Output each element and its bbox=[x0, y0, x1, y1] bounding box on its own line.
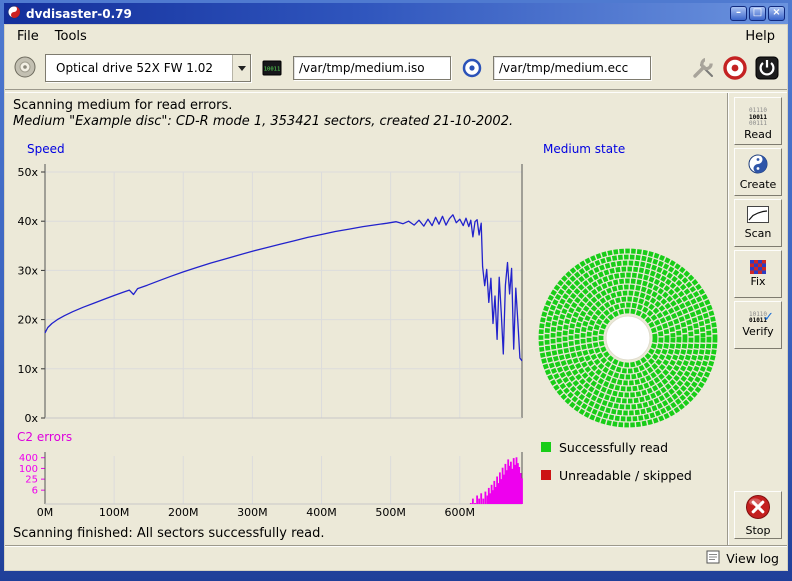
power-icon bbox=[755, 56, 779, 83]
window-title: dvdisaster-0.79 bbox=[26, 7, 132, 21]
yin-yang-icon bbox=[748, 154, 768, 177]
medium-state-title: Medium state bbox=[543, 142, 625, 156]
svg-text:400M: 400M bbox=[306, 506, 337, 519]
stop-label: Stop bbox=[745, 524, 770, 537]
stop-x-icon bbox=[745, 494, 771, 523]
menubar: File Tools Help bbox=[5, 25, 787, 47]
iso-path-input[interactable] bbox=[293, 56, 451, 80]
svg-text:200M: 200M bbox=[168, 506, 199, 519]
stop-button[interactable]: Stop bbox=[734, 491, 782, 539]
drive-selector[interactable]: Optical drive 52X FW 1.02 bbox=[45, 54, 251, 82]
main-panel: Scanning medium for read errors. Medium … bbox=[5, 93, 728, 545]
fix-label: Fix bbox=[750, 275, 765, 288]
exit-button[interactable] bbox=[755, 56, 779, 80]
content-area: Scanning medium for read errors. Medium … bbox=[5, 93, 787, 545]
svg-text:10x: 10x bbox=[17, 362, 38, 375]
svg-text:600M: 600M bbox=[445, 506, 476, 519]
status-line2: Medium "Example disc": CD-R mode 1, 3534… bbox=[13, 114, 720, 130]
binary-icon: 01110 10011 00111 bbox=[749, 102, 767, 127]
disc-drive-icon bbox=[14, 56, 36, 81]
window-body: File Tools Help Optical drive 52X FW 1.0… bbox=[4, 24, 788, 571]
minimize-button[interactable]: – bbox=[730, 6, 747, 21]
ecc-file-icon bbox=[459, 55, 485, 81]
read-button[interactable]: 01110 10011 00111 Read bbox=[734, 97, 782, 145]
svg-text:50x: 50x bbox=[17, 166, 38, 179]
legend-unreadable-label: Unreadable / skipped bbox=[559, 468, 692, 483]
svg-text:400: 400 bbox=[19, 453, 38, 464]
legend: Successfully read Unreadable / skipped bbox=[541, 440, 692, 483]
fix-button[interactable]: Fix bbox=[734, 250, 782, 298]
speed-chart-title: Speed bbox=[27, 142, 65, 156]
wrench-icon bbox=[691, 56, 715, 83]
svg-text:100M: 100M bbox=[99, 506, 130, 519]
verify-button[interactable]: 10110 01011 ✓ Verify bbox=[734, 301, 782, 349]
toolbar: Optical drive 52X FW 1.02 10011 bbox=[5, 47, 787, 89]
iso-file-icon: 10011 bbox=[259, 55, 285, 81]
status-line1: Scanning medium for read errors. bbox=[13, 98, 720, 114]
window-controls: – □ × bbox=[730, 6, 785, 21]
fix-checker-icon bbox=[750, 260, 766, 274]
view-log-label[interactable]: View log bbox=[726, 551, 779, 566]
status-messages: Scanning medium for read errors. Medium … bbox=[5, 93, 728, 132]
svg-text:25: 25 bbox=[25, 474, 38, 485]
preferences-button[interactable] bbox=[691, 56, 715, 80]
action-sidebar: 01110 10011 00111 Read bbox=[728, 93, 787, 545]
menu-tools[interactable]: Tools bbox=[47, 27, 95, 46]
legend-read-label: Successfully read bbox=[559, 440, 668, 455]
menu-file[interactable]: File bbox=[9, 27, 47, 46]
medium-state-disc bbox=[538, 248, 718, 428]
svg-text:0x: 0x bbox=[24, 412, 38, 425]
svg-text:500M: 500M bbox=[375, 506, 406, 519]
svg-text:0M: 0M bbox=[37, 506, 54, 519]
scan-results-area: Speed Medium state 0M 100M 200M 300M 400M 500… bbox=[5, 132, 728, 522]
read-ok-swatch bbox=[541, 442, 551, 452]
legend-item-unreadable: Unreadable / skipped bbox=[541, 468, 692, 483]
statusbar: View log bbox=[5, 545, 787, 570]
ecc-path-input[interactable] bbox=[493, 56, 651, 80]
app-icon bbox=[7, 5, 21, 22]
read-label: Read bbox=[744, 128, 772, 141]
legend-item-read: Successfully read bbox=[541, 440, 692, 455]
titlebar[interactable]: dvdisaster-0.79 – □ × bbox=[4, 3, 788, 24]
view-log-icon[interactable] bbox=[706, 550, 720, 567]
about-button[interactable] bbox=[723, 56, 747, 80]
unreadable-swatch bbox=[541, 470, 551, 480]
check-icon: ✓ bbox=[763, 310, 774, 325]
chevron-down-icon[interactable] bbox=[232, 55, 250, 81]
c2-errors-title: C2 errors bbox=[17, 430, 72, 444]
scan-label: Scan bbox=[745, 227, 772, 240]
verify-label: Verify bbox=[742, 325, 773, 338]
create-button[interactable]: Create bbox=[734, 148, 782, 196]
svg-text:30x: 30x bbox=[17, 264, 38, 277]
red-disc-icon bbox=[723, 56, 747, 83]
menu-help[interactable]: Help bbox=[737, 27, 783, 46]
svg-text:6: 6 bbox=[32, 485, 38, 496]
create-label: Create bbox=[740, 178, 777, 191]
maximize-button[interactable]: □ bbox=[749, 6, 766, 21]
scan-button[interactable]: Scan bbox=[734, 199, 782, 247]
verify-binary-icon: 10110 01011 ✓ bbox=[749, 312, 767, 324]
mini-chart-icon bbox=[747, 206, 769, 226]
svg-text:100: 100 bbox=[19, 463, 38, 474]
svg-text:300M: 300M bbox=[237, 506, 268, 519]
svg-text:40x: 40x bbox=[17, 215, 38, 228]
svg-text:10011: 10011 bbox=[264, 67, 281, 73]
window-frame: dvdisaster-0.79 – □ × File Tools Help bbox=[0, 0, 792, 581]
drive-button[interactable] bbox=[13, 56, 37, 80]
close-button[interactable]: × bbox=[768, 6, 785, 21]
drive-selector-value: Optical drive 52X FW 1.02 bbox=[46, 55, 232, 81]
svg-text:20x: 20x bbox=[17, 313, 38, 326]
